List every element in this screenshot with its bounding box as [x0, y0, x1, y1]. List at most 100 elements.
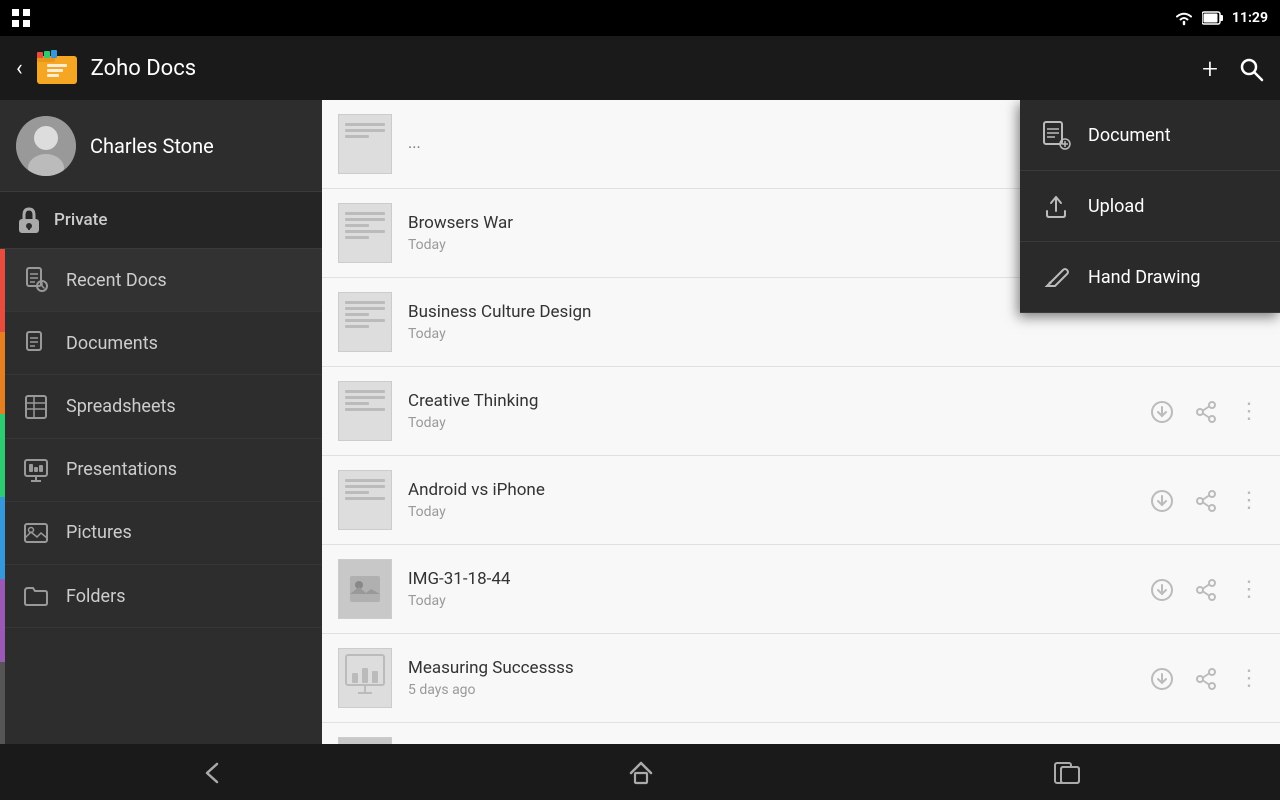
dropdown-menu: Document Upload: [1020, 100, 1280, 313]
doc-item-android-vs-iphone[interactable]: Android vs iPhone Today ⋮: [322, 456, 1280, 545]
presentations-label: Presentations: [66, 459, 177, 480]
status-bar: 11:29: [0, 0, 1280, 36]
sidebar-nav: Recent Docs Documents: [0, 249, 322, 744]
battery-icon: [1202, 10, 1224, 26]
presentations-icon: [22, 457, 50, 483]
color-seg-blue: [0, 497, 5, 580]
sidebar-item-recent-docs[interactable]: Recent Docs: [0, 249, 322, 312]
upload-icon: [1040, 191, 1072, 221]
add-button[interactable]: +: [1202, 52, 1218, 85]
sidebar-item-folders[interactable]: Folders: [0, 565, 322, 628]
download-icon-6[interactable]: [1146, 661, 1178, 695]
spreadsheets-label: Spreadsheets: [66, 396, 176, 417]
share-icon-5[interactable]: [1190, 572, 1222, 606]
toolbar-left: ‹ Zoho Docs: [16, 46, 196, 90]
doc-item-measuring-success[interactable]: Measuring Successss 5 days ago ⋮: [322, 634, 1280, 723]
dropdown-hand-drawing-label: Hand Drawing: [1088, 267, 1201, 288]
doc-date-6: 5 days ago: [408, 682, 1146, 698]
doc-thumb-2: [338, 292, 392, 352]
content-area: ... Browsers War Today: [322, 100, 1280, 744]
doc-info-6: Measuring Successss 5 days ago: [408, 658, 1146, 698]
avatar: [16, 116, 76, 176]
share-icon-6[interactable]: [1190, 661, 1222, 695]
doc-date-5: Today: [408, 593, 1146, 609]
doc-item-img-31-18-44[interactable]: IMG-31-18-44 Today ⋮: [322, 545, 1280, 634]
doc-date-4: Today: [408, 504, 1146, 520]
doc-info-4: Android vs iPhone Today: [408, 480, 1146, 520]
sidebar-item-documents[interactable]: Documents: [0, 312, 322, 375]
grid-icon: [12, 9, 30, 27]
app-title: Zoho Docs: [91, 56, 196, 81]
download-icon-5[interactable]: [1146, 572, 1178, 606]
doc-item-screenshot[interactable]: Screenshot_2014-01-31-14-40-18 Today: [322, 723, 1280, 744]
recent-docs-icon: [22, 267, 50, 293]
user-name: Charles Stone: [90, 134, 214, 158]
back-arrow-icon[interactable]: ‹: [16, 56, 23, 81]
pen-icon: [1040, 262, 1072, 292]
doc-name-6: Measuring Successss: [408, 658, 1146, 678]
dropdown-document-label: Document: [1088, 125, 1171, 146]
private-label: Private: [54, 210, 107, 230]
doc-info-3: Creative Thinking Today: [408, 391, 1146, 431]
doc-thumb-6: [338, 648, 392, 708]
search-button[interactable]: [1238, 54, 1264, 83]
download-icon-3[interactable]: [1146, 394, 1178, 428]
share-icon-3[interactable]: [1190, 394, 1222, 428]
color-seg-red: [0, 249, 5, 332]
pictures-icon: [22, 520, 50, 546]
dropdown-item-hand-drawing[interactable]: Hand Drawing: [1020, 242, 1280, 313]
doc-thumb-3: [338, 381, 392, 441]
sidebar-profile[interactable]: Charles Stone: [0, 100, 322, 192]
main-layout: Charles Stone Private: [0, 100, 1280, 744]
recents-button[interactable]: [1053, 757, 1081, 787]
app-logo: [35, 46, 79, 90]
documents-icon: [22, 330, 50, 356]
doc-item-creative-thinking[interactable]: Creative Thinking Today ⋮: [322, 367, 1280, 456]
folders-label: Folders: [66, 586, 126, 607]
share-icon-4[interactable]: [1190, 483, 1222, 517]
status-bar-left: [12, 9, 30, 27]
pictures-label: Pictures: [66, 522, 132, 543]
more-icon-5[interactable]: ⋮: [1234, 573, 1264, 606]
lock-icon: [16, 206, 42, 234]
bottom-nav-bar: [0, 744, 1280, 800]
home-button[interactable]: [627, 757, 655, 787]
sidebar: Charles Stone Private: [0, 100, 322, 744]
doc-info-5: IMG-31-18-44 Today: [408, 569, 1146, 609]
doc-actions-4: ⋮: [1146, 483, 1264, 517]
more-icon-6[interactable]: ⋮: [1234, 662, 1264, 695]
folders-icon: [22, 583, 50, 609]
wifi-icon: [1174, 10, 1194, 26]
dropdown-upload-label: Upload: [1088, 196, 1144, 217]
doc-name-3: Creative Thinking: [408, 391, 1146, 411]
toolbar-actions: +: [1202, 52, 1264, 85]
doc-thumb-partial: [338, 114, 392, 174]
more-icon-3[interactable]: ⋮: [1234, 395, 1264, 428]
back-button[interactable]: [199, 758, 229, 787]
doc-actions-3: ⋮: [1146, 394, 1264, 428]
more-icon-4[interactable]: ⋮: [1234, 484, 1264, 517]
doc-thumb-4: [338, 470, 392, 530]
color-seg-green: [0, 414, 5, 497]
sidebar-item-pictures[interactable]: Pictures: [0, 502, 322, 565]
doc-actions-6: ⋮: [1146, 661, 1264, 695]
doc-name-5: IMG-31-18-44: [408, 569, 1146, 589]
color-bar: [0, 249, 5, 744]
color-seg-orange: [0, 332, 5, 415]
sidebar-item-spreadsheets[interactable]: Spreadsheets: [0, 375, 322, 438]
doc-thumb-5: [338, 559, 392, 619]
document-plus-icon: [1040, 120, 1072, 150]
documents-label: Documents: [66, 333, 158, 354]
doc-date-2: Today: [408, 326, 1264, 342]
sidebar-private-item[interactable]: Private: [0, 192, 322, 249]
doc-thumb-7: [338, 737, 392, 744]
dropdown-item-upload[interactable]: Upload: [1020, 171, 1280, 242]
dropdown-item-document[interactable]: Document: [1020, 100, 1280, 171]
spreadsheets-icon: [22, 393, 50, 419]
doc-date-3: Today: [408, 415, 1146, 431]
recent-docs-label: Recent Docs: [66, 270, 167, 291]
sidebar-item-presentations[interactable]: Presentations: [0, 439, 322, 502]
color-seg-purple: [0, 579, 5, 662]
download-icon-4[interactable]: [1146, 483, 1178, 517]
color-seg-gray: [0, 662, 5, 745]
